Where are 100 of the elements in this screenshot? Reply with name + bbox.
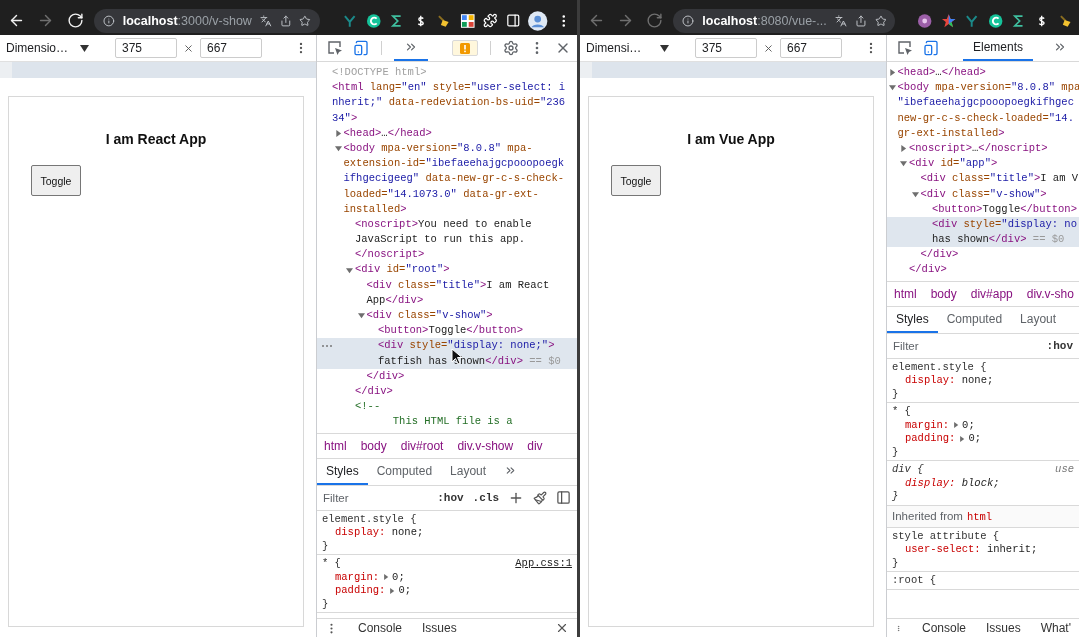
star-icon[interactable] [299,13,311,28]
filter-field[interactable]: Filter [321,491,429,504]
css-property[interactable]: padding: [335,584,386,598]
css-value[interactable]: none; [391,526,424,540]
breadcrumb[interactable]: div#root [400,438,444,453]
drawer-tab[interactable]: Issues [986,621,1021,635]
styles-pane-tab[interactable]: Styles [887,306,938,333]
expand-icon[interactable] [389,587,396,594]
code-line[interactable]: </noscript> [355,247,425,263]
css-property[interactable]: display: [905,476,956,491]
code-line[interactable]: <div id="app"> [909,156,998,172]
expand-icon[interactable] [334,145,342,153]
css-value[interactable]: none; [961,374,994,388]
extension-icon[interactable] [987,12,1003,29]
css-value[interactable]: 0; [398,584,412,598]
breadcrumb[interactable]: body [930,286,957,301]
extension-icon[interactable] [459,12,476,29]
extensions-icon[interactable] [483,13,498,28]
code-line[interactable]: JavaScript to run this app. [355,232,526,248]
styles-pane-tab[interactable]: Layout [441,458,496,485]
info-icon[interactable] [103,13,115,28]
css-value[interactable]: 0; [962,418,975,433]
close-icon[interactable] [555,621,569,635]
expand-icon[interactable] [888,84,896,92]
code-line[interactable]: "ibefaeehajgcpooopoegkifhgec [897,95,1074,111]
code-line[interactable]: <div class="title">I am V [920,171,1079,187]
expand-icon[interactable] [911,190,919,198]
sidebar-icon[interactable] [556,490,571,505]
expand-icon[interactable] [900,145,907,153]
css-value[interactable]: 0; [968,432,982,446]
breadcrumb[interactable]: div#app [970,286,1013,301]
code-line[interactable]: <head>…</head> [343,125,432,141]
code-line[interactable]: </div> [909,262,947,278]
css-value[interactable]: inherit; [986,543,1038,557]
extension-icon[interactable] [365,12,381,29]
code-line[interactable]: gr-ext-installed> [897,125,1005,141]
avatar-icon[interactable] [528,10,548,31]
code-line[interactable]: extension-id="ibefaeehajgcpooopoegk [343,156,565,172]
expand-icon[interactable] [357,312,365,320]
element-link[interactable]: html [966,510,993,523]
expand-icon[interactable] [346,266,353,274]
star-icon[interactable] [874,13,887,28]
css-value[interactable]: block; [961,476,1000,491]
code-line[interactable]: <noscript>…</noscript> [909,140,1048,157]
code-line[interactable]: <body mpa-version="8.0.8" mpa [897,80,1079,96]
code-line[interactable]: <body mpa-version="8.0.8" mpa- [343,140,533,157]
code-line[interactable]: </div> [920,247,959,263]
code-line[interactable]: loaded="14.1073.0" data-gr-ext- [343,186,539,202]
css-property[interactable]: padding: [905,432,956,446]
width-field[interactable]: 375 [115,38,177,58]
device-icon[interactable] [923,40,939,56]
expand-icon[interactable] [334,129,342,137]
breadcrumb[interactable]: html [324,438,347,453]
code-line[interactable]: This HTML file is a [355,414,513,430]
height-field[interactable]: 667 [780,38,842,58]
drawer-tab[interactable]: Issues [422,621,457,635]
address-bar[interactable]: localhost:8080/vue-... [673,8,896,33]
source-link[interactable]: App.css:1 [515,557,572,571]
expand-icon[interactable] [900,160,907,168]
code-line[interactable]: nherit;" data-redeviation-bs-uid="236 [332,95,566,111]
settings-icon[interactable] [503,40,519,56]
toggle-button[interactable]: Toggle [611,165,661,196]
extension-icon[interactable] [917,12,933,29]
code-line[interactable]: <!-- [355,399,381,415]
side-panel-icon[interactable] [505,13,521,28]
source-link[interactable]: use [1055,463,1074,477]
css-property[interactable]: margin: [335,570,380,584]
css-property[interactable]: user-select: [905,543,981,557]
code-line[interactable]: new-gr-c-s-check-loaded="14. [897,110,1074,126]
code-line[interactable]: <noscript>You need to enable [355,216,532,233]
filter-field[interactable]: Filter [891,339,1038,352]
width-field[interactable]: 375 [695,38,757,58]
device-icon[interactable] [353,40,369,56]
inspect-icon[interactable] [327,40,343,56]
dimensions-dropdown[interactable]: Dimensi… [586,41,654,55]
code-line[interactable]: ifhgecigeeg" data-new-gr-c-s-check- [343,171,565,187]
styles-pane-tab[interactable]: Styles [317,458,368,485]
breadcrumb[interactable]: div.v-show [457,438,514,453]
code-line[interactable]: </div> [355,383,393,400]
expand-icon[interactable] [953,422,960,429]
drawer-tab[interactable]: Console [921,621,966,635]
code-line[interactable]: <div class="v-show"> [366,308,493,324]
code-line[interactable]: </div> [366,368,405,384]
expand-icon[interactable] [383,574,390,581]
info-icon[interactable] [682,13,695,28]
styles-pane-tab[interactable]: Computed [367,458,442,485]
code-line[interactable]: <button>Toggle</button> [378,323,523,339]
breadcrumb[interactable]: html [894,286,917,301]
css-property[interactable]: display: [905,374,956,388]
caret-icon[interactable] [660,44,669,52]
toggle-link[interactable]: :hov [437,491,464,504]
css-property[interactable]: margin: [905,418,950,433]
css-property[interactable]: display: [335,526,386,540]
styles-pane-tab[interactable]: Computed [937,306,1012,333]
code-line[interactable]: <div id="root"> [355,262,450,278]
expand-icon[interactable] [959,435,966,442]
code-line[interactable]: 34"> [332,110,358,126]
inspect-icon[interactable] [897,40,913,56]
drawer-tab[interactable]: Console [358,621,403,635]
toggle-link[interactable]: .cls [472,491,499,504]
